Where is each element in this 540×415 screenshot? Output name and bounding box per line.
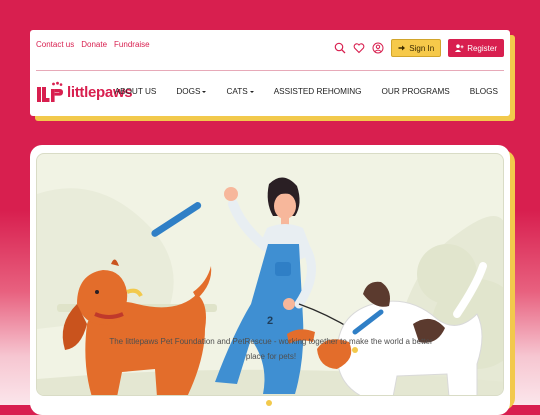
nav-our-programs[interactable]: OUR PROGRAMS: [382, 87, 450, 96]
paw-logo-icon: [37, 81, 63, 102]
nav-assisted-rehoming[interactable]: ASSISTED REHOMING: [274, 87, 362, 96]
user-plus-icon: [455, 44, 464, 52]
nav-label: ABOUT US: [114, 87, 157, 96]
nav-about-us[interactable]: ABOUT US: [115, 87, 157, 96]
nav-blogs[interactable]: BLOGS: [470, 87, 498, 96]
donate-link[interactable]: Donate: [81, 40, 107, 49]
register-button[interactable]: Register: [448, 39, 504, 57]
caret-down-icon: [249, 90, 254, 93]
nav-label: BLOGS: [469, 87, 498, 96]
search-icon[interactable]: [334, 42, 346, 54]
caret-down-icon: [202, 90, 207, 93]
hero-banner: 2 The littlepaws Pet Foundation and PetR…: [36, 153, 504, 396]
nav-label: OUR PROGRAMS: [381, 87, 450, 96]
site-header: Contact us Donate Fundraise Sign In Regi…: [30, 30, 510, 116]
hero-caption: The littlepaws Pet Foundation and PetRes…: [109, 337, 433, 361]
header-divider: [36, 70, 504, 71]
nav-dogs[interactable]: DOGS: [176, 87, 207, 96]
top-links: Contact us Donate Fundraise: [36, 40, 150, 49]
contact-us-link[interactable]: Contact us: [36, 40, 74, 49]
sign-in-label: Sign In: [409, 43, 435, 53]
nav-cats[interactable]: CATS: [226, 87, 254, 96]
header-actions: Sign In Register: [334, 39, 504, 57]
nav-label: ASSISTED REHOMING: [273, 87, 362, 96]
main-nav: ABOUT US DOGS CATS ASSISTED REHOMING OUR…: [115, 87, 498, 96]
shirt-number: 2: [267, 315, 273, 327]
sign-in-icon: [398, 45, 406, 51]
nav-label: CATS: [226, 87, 248, 96]
user-icon[interactable]: [372, 42, 384, 54]
register-label: Register: [467, 43, 497, 53]
fundraise-link[interactable]: Fundraise: [114, 40, 150, 49]
sign-in-button[interactable]: Sign In: [391, 39, 442, 57]
heart-icon[interactable]: [353, 42, 365, 54]
nav-label: DOGS: [176, 87, 201, 96]
carousel-dot[interactable]: [266, 400, 272, 406]
